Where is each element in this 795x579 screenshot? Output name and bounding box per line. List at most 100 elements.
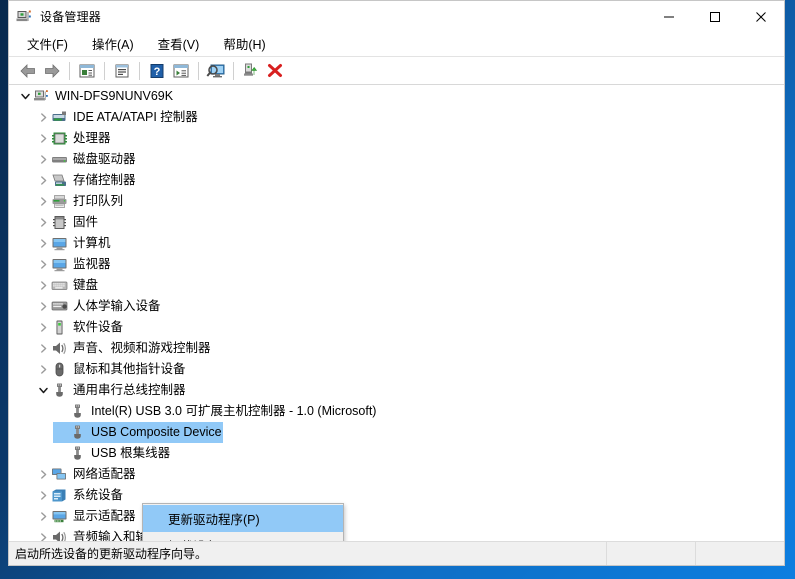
device-manager-window: 设备管理器 文件(F) 操作(A) 查看(V) 帮助(H) ? WIN-DFS9… [8, 0, 785, 566]
tree-item[interactable]: IDE ATA/ATAPI 控制器 [9, 107, 784, 128]
tree-item[interactable]: 处理器 [9, 128, 784, 149]
chevron-right-icon[interactable] [35, 527, 51, 541]
chevron-right-icon[interactable] [35, 149, 51, 170]
tree-item-label: 通用串行总线控制器 [73, 383, 186, 397]
menu-help[interactable]: 帮助(H) [214, 32, 274, 56]
menu-bar: 文件(F) 操作(A) 查看(V) 帮助(H) [9, 32, 784, 57]
tree-item[interactable]: 磁盘驱动器 [9, 149, 784, 170]
tree-item-label: 显示适配器 [73, 509, 136, 523]
usb-device-icon [69, 403, 86, 420]
status-bar: 启动所选设备的更新驱动程序向导。 [9, 541, 784, 565]
tree-detail-icon[interactable] [169, 60, 193, 82]
device-tree[interactable]: WIN-DFS9NUNV69K IDE ATA/ATAPI 控制器 处理器磁盘驱动器… [9, 85, 784, 541]
tree-item[interactable]: 系统设备 [9, 485, 784, 506]
maximize-button[interactable] [692, 1, 738, 32]
close-button[interactable] [738, 1, 784, 32]
software-device-icon [51, 319, 68, 336]
tree-item-label: IDE ATA/ATAPI 控制器 [73, 110, 198, 124]
display-adapter-icon [51, 508, 68, 525]
tree-item[interactable]: 软件设备 [9, 317, 784, 338]
chevron-right-icon[interactable] [35, 170, 51, 191]
menu-view[interactable]: 查看(V) [149, 32, 209, 56]
status-text: 启动所选设备的更新驱动程序向导。 [15, 547, 208, 561]
tree-item[interactable]: 鼠标和其他指针设备 [9, 359, 784, 380]
chevron-right-icon[interactable] [35, 191, 51, 212]
computer-root-icon [33, 88, 50, 105]
forward-arrow-icon[interactable] [40, 60, 64, 82]
toolbar-separator [104, 61, 105, 80]
tree-item[interactable]: 通用串行总线控制器 [9, 380, 784, 401]
tree-item[interactable]: 网络适配器 [9, 464, 784, 485]
update-driver-icon[interactable] [239, 60, 263, 82]
tree-item-label: 存储控制器 [73, 173, 136, 187]
back-arrow-icon[interactable] [16, 60, 40, 82]
uninstall-device-icon[interactable] [263, 60, 287, 82]
status-pane-2 [695, 542, 784, 565]
show-hidden-tree-icon[interactable] [75, 60, 99, 82]
title-bar: 设备管理器 [9, 1, 784, 32]
device-manager-icon [15, 8, 33, 26]
ctx-update-driver[interactable]: 更新驱动程序(P) [143, 505, 343, 532]
menu-action[interactable]: 操作(A) [83, 32, 143, 56]
chevron-right-icon[interactable] [35, 275, 51, 296]
chevron-right-icon[interactable] [35, 506, 51, 527]
tree-item[interactable]: USB 根集线器 [9, 443, 784, 464]
tree-item[interactable]: 打印队列 [9, 191, 784, 212]
tree-item[interactable]: 声音、视频和游戏控制器 [9, 338, 784, 359]
chevron-right-icon[interactable] [35, 317, 51, 338]
menu-file[interactable]: 文件(F) [18, 32, 77, 56]
tree-item-label: 鼠标和其他指针设备 [73, 362, 186, 376]
tree-item-label: 声音、视频和游戏控制器 [73, 341, 211, 355]
chevron-right-icon[interactable] [35, 296, 51, 317]
toolbar-separator [139, 61, 140, 80]
tree-item[interactable]: 显示适配器 [9, 506, 784, 527]
tree-item-label: 系统设备 [73, 488, 124, 502]
toolbar: ? [9, 57, 784, 85]
tree-item[interactable]: 音频输入和输出 [9, 527, 784, 541]
chevron-right-icon[interactable] [35, 128, 51, 149]
tree-item-label: 键盘 [73, 278, 99, 292]
chevron-down-icon[interactable] [35, 380, 51, 401]
tree-item[interactable]: USB Composite Device [9, 422, 784, 443]
network-adapter-icon [51, 466, 68, 483]
tree-item[interactable]: 计算机 [9, 233, 784, 254]
chevron-down-icon[interactable] [17, 86, 33, 107]
tree-item[interactable]: 存储控制器 [9, 170, 784, 191]
window-title: 设备管理器 [40, 10, 102, 24]
chevron-right-icon[interactable] [35, 107, 51, 128]
chevron-right-icon[interactable] [35, 485, 51, 506]
chevron-right-icon[interactable] [35, 359, 51, 380]
help-icon[interactable]: ? [145, 60, 169, 82]
tree-root-item[interactable]: WIN-DFS9NUNV69K [9, 86, 784, 107]
tree-item-label: USB 根集线器 [91, 446, 171, 460]
toolbar-separator [198, 61, 199, 80]
context-menu[interactable]: 更新驱动程序(P)卸载设备(U)扫描检测硬件改动(A)属性(R) [142, 503, 344, 541]
processor-icon [51, 130, 68, 147]
chevron-right-icon[interactable] [35, 464, 51, 485]
tree-item[interactable]: 键盘 [9, 275, 784, 296]
tree-item[interactable]: 固件 [9, 212, 784, 233]
usb-device-icon [69, 445, 86, 462]
tree-item[interactable]: 人体学输入设备 [9, 296, 784, 317]
monitor-icon [51, 256, 68, 273]
tree-item-label: 处理器 [73, 131, 111, 145]
ctx-uninstall-device[interactable]: 卸载设备(U) [143, 532, 343, 541]
tree-item[interactable]: Intel(R) USB 3.0 可扩展主机控制器 - 1.0 (Microso… [9, 401, 784, 422]
tree-item[interactable]: 监视器 [9, 254, 784, 275]
scan-hardware-icon[interactable] [204, 60, 228, 82]
tree-item-label: 软件设备 [73, 320, 124, 334]
chevron-right-icon[interactable] [35, 254, 51, 275]
system-device-icon [51, 487, 68, 504]
properties-icon[interactable] [110, 60, 134, 82]
mouse-icon [51, 361, 68, 378]
usb-device-icon [69, 424, 86, 441]
hid-icon [51, 298, 68, 315]
chevron-right-icon[interactable] [35, 233, 51, 254]
storage-controller-icon [51, 172, 68, 189]
toolbar-separator [69, 61, 70, 80]
chevron-right-icon[interactable] [35, 338, 51, 359]
chevron-right-icon[interactable] [35, 212, 51, 233]
minimize-button[interactable] [646, 1, 692, 32]
